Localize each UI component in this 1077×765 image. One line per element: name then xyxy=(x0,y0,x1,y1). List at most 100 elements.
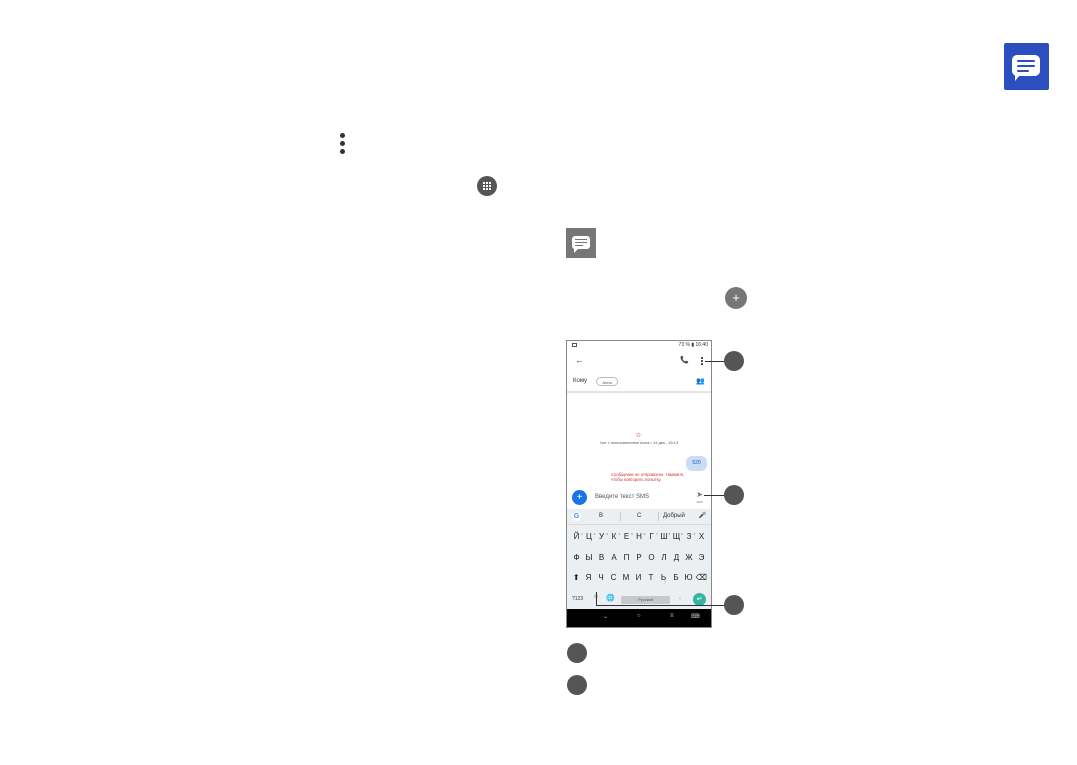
globe-icon[interactable]: 🌐 xyxy=(606,594,615,602)
back-arrow-icon[interactable]: ← xyxy=(575,355,584,365)
key-label: Ь xyxy=(660,573,667,582)
key-label: Й xyxy=(573,532,580,541)
callout-marker xyxy=(567,643,587,663)
key[interactable]: С xyxy=(607,570,620,586)
key[interactable]: У3 xyxy=(595,529,608,545)
contact-flower-icon: ✿ xyxy=(636,433,642,439)
key-label: Щ xyxy=(672,532,681,541)
apps-grid-icon xyxy=(477,176,497,196)
suggestion-separator xyxy=(620,512,621,521)
key-label: О xyxy=(648,553,655,562)
key-label: П xyxy=(623,553,630,562)
key[interactable]: О xyxy=(645,550,658,566)
symbols-key[interactable]: ?123 xyxy=(572,596,583,602)
key[interactable]: Й1 xyxy=(570,529,583,545)
space-key[interactable]: Русский xyxy=(621,596,670,604)
send-type-label: SMS xyxy=(696,500,703,504)
key-label: С xyxy=(610,573,617,582)
send-icon[interactable]: ➤ xyxy=(696,490,703,499)
key-label: У xyxy=(598,532,605,541)
key[interactable]: Т xyxy=(645,570,658,586)
key[interactable]: З0 xyxy=(683,529,696,545)
key[interactable]: И xyxy=(632,570,645,586)
suggestion-strip: G В С Добрый 🎤 xyxy=(567,509,711,525)
key[interactable]: Г7 xyxy=(645,529,657,545)
key[interactable]: Р xyxy=(633,550,646,566)
recipient-chip[interactable]: Anna xyxy=(596,377,618,386)
phone-call-icon[interactable]: 📞 xyxy=(680,356,689,364)
chat-meta: Чат с пользователем Anna • 14 дек., 15:1… xyxy=(599,440,679,445)
key-label: Л xyxy=(661,553,667,562)
key-label: Ч xyxy=(598,573,604,582)
options-menu-icon[interactable] xyxy=(701,357,703,366)
key-label: Д xyxy=(673,553,680,562)
key[interactable]: П xyxy=(620,550,633,566)
add-icon: + xyxy=(725,287,747,309)
key-label: Ы xyxy=(585,553,593,562)
period-key[interactable]: . xyxy=(679,594,681,601)
key[interactable]: Ж xyxy=(683,550,696,566)
key[interactable]: Н6 xyxy=(633,529,645,545)
key-row-3: ⬆ Я Ч С М И Т Ь Б Ю ⌫ xyxy=(567,570,711,586)
suggestion-3[interactable]: Добрый xyxy=(663,513,685,519)
callout-leader xyxy=(596,592,597,606)
key[interactable]: Л xyxy=(658,550,671,566)
key-label: Ю xyxy=(684,573,693,582)
key-label: Ш xyxy=(660,532,668,541)
suggestion-1[interactable]: В xyxy=(599,513,603,519)
key[interactable]: Ы xyxy=(583,550,596,566)
key-label: А xyxy=(611,553,617,562)
key-label: Э xyxy=(698,553,705,562)
key[interactable]: А xyxy=(608,550,621,566)
backspace-key[interactable]: ⌫ xyxy=(695,570,708,586)
key-label: Я xyxy=(585,573,592,582)
suggestion-2[interactable]: С xyxy=(637,513,641,519)
status-bar: 73 % ▮ 16:40 xyxy=(567,341,711,350)
key[interactable]: Ю xyxy=(682,570,695,586)
key-label: И xyxy=(635,573,642,582)
nav-recents-icon[interactable]: ≡ xyxy=(670,613,674,619)
callout-marker xyxy=(724,485,744,505)
key[interactable]: Д xyxy=(670,550,683,566)
divider xyxy=(567,391,711,393)
nav-back-icon[interactable]: ⌄ xyxy=(603,613,608,620)
key-label: З xyxy=(686,532,692,541)
key[interactable]: Ь xyxy=(657,570,670,586)
key[interactable]: М xyxy=(620,570,633,586)
messages-app-icon xyxy=(1004,43,1049,90)
key[interactable]: Ш8 xyxy=(658,529,670,545)
key[interactable]: Ч xyxy=(595,570,608,586)
shift-key[interactable]: ⬆ xyxy=(570,570,582,586)
callout-marker xyxy=(724,595,744,615)
send-error-line2: чтобы повторить попытку. xyxy=(611,477,662,482)
key[interactable]: Ф xyxy=(570,550,583,566)
key-label: Б xyxy=(673,573,679,582)
key[interactable]: Я xyxy=(582,570,595,586)
nav-keyboard-icon[interactable]: ⌨ xyxy=(691,613,700,620)
key[interactable]: Э xyxy=(695,550,708,566)
key[interactable]: Щ9 xyxy=(670,529,683,545)
add-people-icon[interactable]: 👥 xyxy=(696,377,705,385)
nav-home-icon[interactable]: ○ xyxy=(637,613,641,619)
callout-leader xyxy=(704,495,725,496)
google-icon[interactable]: G xyxy=(572,512,581,521)
key-label: М xyxy=(622,573,630,582)
key[interactable]: Х xyxy=(695,529,708,545)
key[interactable]: Е5 xyxy=(620,529,633,545)
key[interactable]: В xyxy=(595,550,608,566)
key-label: Е xyxy=(623,532,630,541)
message-input[interactable]: Введите текст SMS ➤ SMS xyxy=(593,489,706,506)
key[interactable]: К4 xyxy=(608,529,621,545)
send-error[interactable]: Сообщение не отправлено. Нажмите, чтобы … xyxy=(611,472,706,482)
callout-leader xyxy=(596,605,725,606)
attach-button[interactable]: + xyxy=(572,490,587,505)
nav-bar: ⌄ ○ ≡ ⌨ xyxy=(567,609,711,627)
key[interactable]: Ц2 xyxy=(583,529,595,545)
key-label: Н xyxy=(636,532,642,541)
key-label: Р xyxy=(636,553,642,562)
key-label: К xyxy=(611,532,617,541)
outgoing-message[interactable]: 520 xyxy=(686,456,707,471)
key-label: Ф xyxy=(573,553,580,562)
mic-icon[interactable]: 🎤 xyxy=(699,512,706,519)
key[interactable]: Б xyxy=(670,570,683,586)
